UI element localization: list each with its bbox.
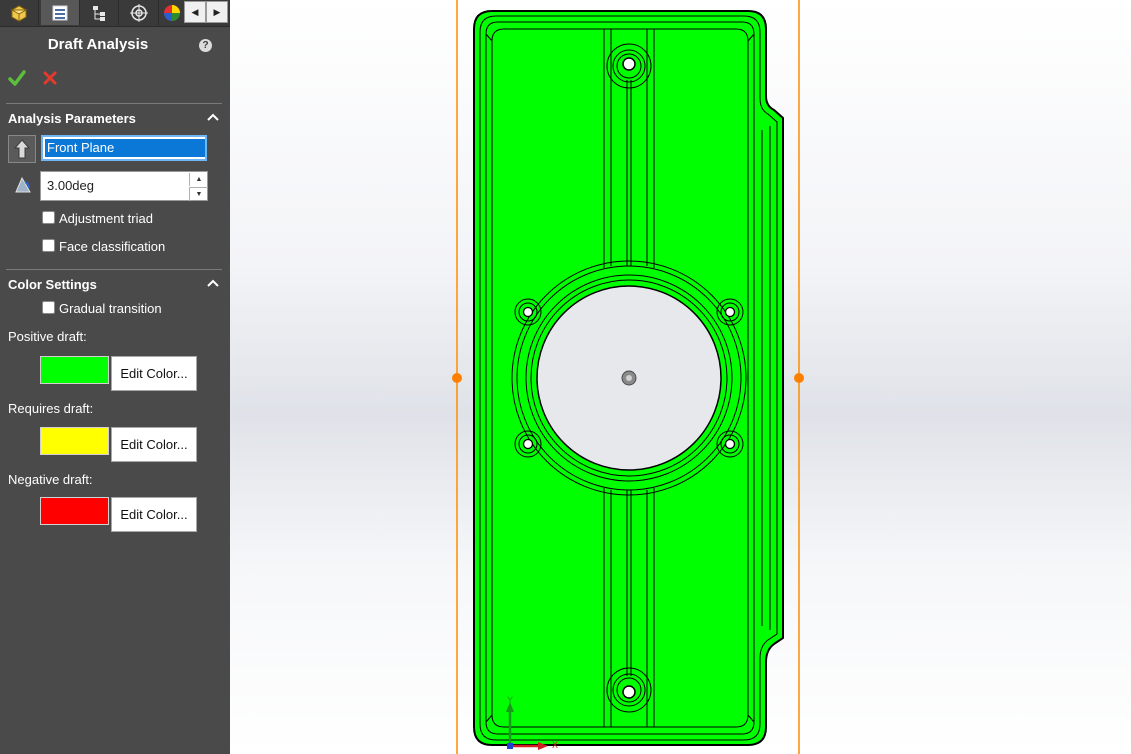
divider <box>6 103 222 104</box>
draft-angle-value: 3.00deg <box>47 178 94 193</box>
negative-draft-label: Negative draft: <box>8 472 93 487</box>
adjustment-triad-checkbox[interactable] <box>42 211 55 224</box>
reference-triad: Y X <box>506 695 558 750</box>
analysis-parameters-header[interactable]: Analysis Parameters <box>0 103 230 127</box>
part-body[interactable] <box>473 10 784 746</box>
property-manager-title: Draft Analysis <box>47 36 149 53</box>
direction-of-pull-field[interactable]: Front Plane <box>41 135 207 161</box>
direction-arrow-icon <box>13 139 31 159</box>
negative-edit-color-button[interactable]: Edit Color... <box>111 497 197 532</box>
draft-angle-icon <box>15 176 31 193</box>
chevron-up-icon[interactable] <box>207 112 219 122</box>
property-list-icon <box>52 5 68 20</box>
cancel-button[interactable] <box>40 68 60 88</box>
triangle-right-icon: ▶ <box>213 6 221 17</box>
face-classification-label: Face classification <box>59 239 166 254</box>
chevron-up-icon[interactable] <box>207 278 219 288</box>
requires-edit-color-button[interactable]: Edit Color... <box>111 427 197 462</box>
tab-scroll-right-button[interactable]: ▶ <box>206 1 228 23</box>
adjustment-triad-label: Adjustment triad <box>59 211 153 226</box>
triangle-left-icon: ◀ <box>191 6 199 17</box>
part-icon <box>10 4 28 22</box>
direction-of-pull-value: Front Plane <box>45 139 205 157</box>
gradual-transition-label: Gradual transition <box>59 301 162 316</box>
manager-tab-bar: ◀ ▶ <box>0 0 230 27</box>
spin-down-button[interactable]: ▼ <box>189 187 208 201</box>
reverse-direction-button[interactable] <box>8 135 36 163</box>
positive-draft-swatch[interactable] <box>40 356 109 384</box>
property-manager-tab[interactable] <box>41 0 80 25</box>
plane-handle[interactable] <box>794 373 804 383</box>
close-icon <box>43 71 57 85</box>
face-classification-checkbox[interactable] <box>42 239 55 252</box>
triangle-up-icon: ▲ <box>195 176 203 183</box>
checkmark-icon <box>8 70 26 86</box>
triangle-down-icon: ▼ <box>195 191 203 198</box>
spin-up-button[interactable]: ▲ <box>189 173 208 186</box>
requires-draft-label: Requires draft: <box>8 401 94 416</box>
tab-scroll-left-button[interactable]: ◀ <box>184 1 206 23</box>
display-manager-tab[interactable] <box>160 0 184 25</box>
requires-draft-swatch[interactable] <box>40 427 109 455</box>
configuration-manager-tab[interactable] <box>80 0 119 25</box>
crosshair-target-icon <box>130 3 148 22</box>
color-settings-header[interactable]: Color Settings <box>0 269 230 293</box>
positive-draft-label: Positive draft: <box>8 329 87 344</box>
draft-angle-input[interactable]: 3.00deg ▲ ▼ <box>40 171 208 201</box>
negative-draft-swatch[interactable] <box>40 497 109 525</box>
triad-y-label: Y <box>507 695 513 705</box>
plane-handle[interactable] <box>452 373 462 383</box>
gradual-transition-checkbox[interactable] <box>42 301 55 314</box>
feature-manager-tab[interactable] <box>0 0 39 25</box>
triad-x-label: X <box>552 740 558 750</box>
divider <box>6 269 222 270</box>
positive-edit-color-button[interactable]: Edit Color... <box>111 356 197 391</box>
help-icon[interactable]: ? <box>199 39 212 52</box>
configuration-tree-icon <box>93 5 105 21</box>
model-view <box>452 0 804 754</box>
color-wheel-icon <box>164 4 180 21</box>
property-manager-panel: ◀ ▶ Draft Analysis ? Analysis Parameters… <box>0 0 230 754</box>
group-title: Analysis Parameters <box>8 111 136 126</box>
dimxpert-manager-tab[interactable] <box>120 0 159 25</box>
group-title: Color Settings <box>8 277 97 292</box>
ok-button[interactable] <box>7 68 27 88</box>
graphics-viewport[interactable]: Y X <box>230 0 1131 754</box>
